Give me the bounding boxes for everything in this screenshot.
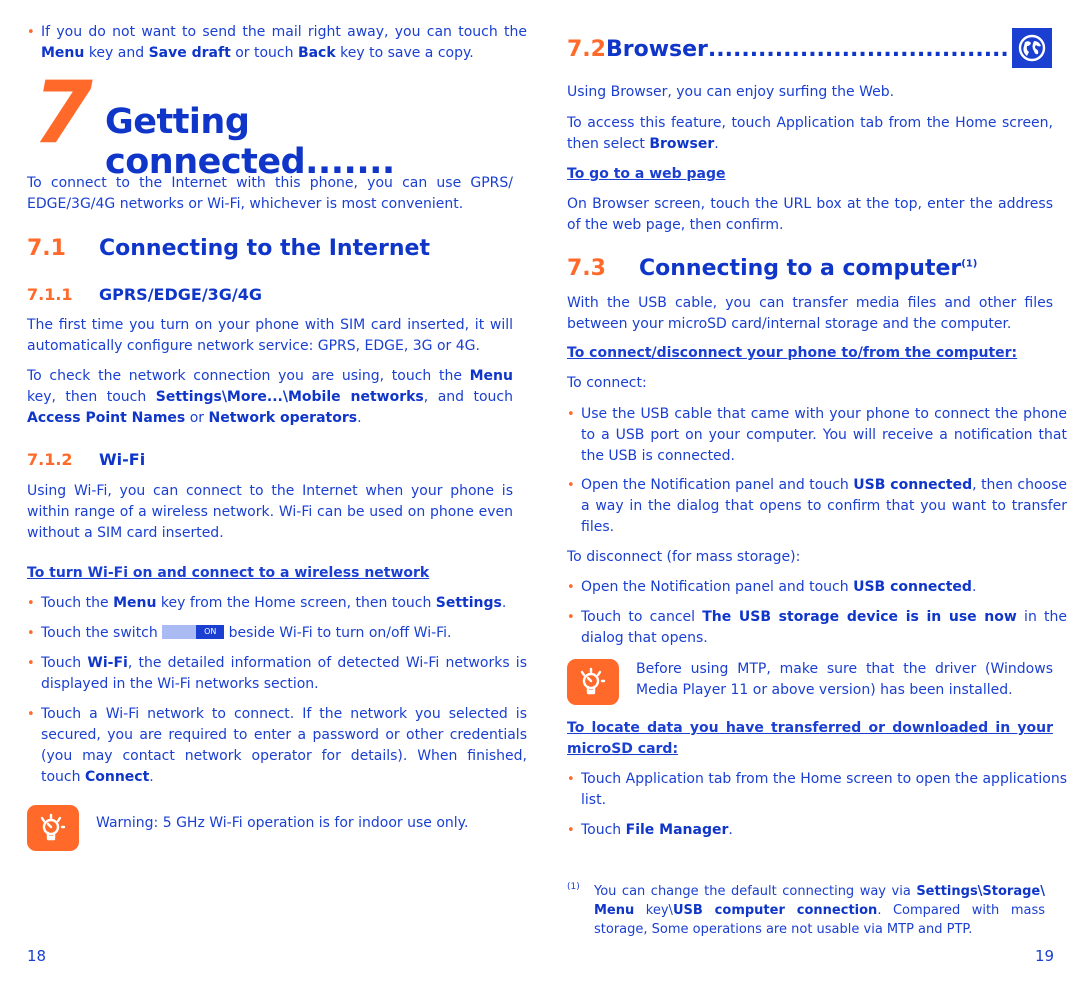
disconnect-bullet: • Touch to cancel The USB storage device… — [567, 609, 1068, 646]
wifi-procedure-heading: To turn Wi-Fi on and connect to a wirele… — [27, 565, 430, 581]
computer-procedure-heading: To connect/disconnect your phone to/from… — [567, 345, 1018, 361]
lightbulb-tip-icon — [27, 805, 79, 851]
section-7-1-1-heading: 7.1.1 GPRS/EDGE/3G/4G — [27, 285, 263, 304]
section-7-3-heading: 7.3 Connecting to a computer(1) — [567, 256, 978, 281]
mtp-tip: Before using MTP, make sure that the dri… — [567, 659, 1053, 705]
globe-icon — [1012, 28, 1052, 68]
chapter-number: 7 — [33, 63, 93, 163]
bullet-icon: • — [27, 656, 35, 671]
warning-text: Warning: 5 GHz Wi-Fi operation is for in… — [96, 815, 469, 831]
warning-tip: Warning: 5 GHz Wi-Fi operation is for in… — [27, 805, 513, 851]
bullet-icon: • — [567, 823, 575, 838]
wifi-bullet: • Touch the Menu key from the Home scree… — [27, 593, 527, 614]
bullet-icon: • — [27, 25, 35, 40]
wifi-bullet: • Touch a Wi-Fi network to connect. If t… — [27, 706, 527, 785]
lightbulb-tip-icon — [567, 659, 619, 705]
locate-bullet: • Touch File Manager. — [567, 820, 1067, 841]
footnote-mark: (1) — [567, 882, 580, 892]
disconnect-bullet: • Open the Notification panel and touch … — [567, 577, 1067, 598]
footnote-reference: (1) — [961, 258, 978, 270]
bullet-icon: • — [567, 407, 575, 422]
chapter-heading: 7 Getting connected....... — [27, 68, 517, 182]
bullet-icon: • — [27, 596, 35, 611]
wifi-paragraph: Using Wi-Fi, you can connect to the Inte… — [27, 483, 513, 541]
gprs-paragraph-2: To check the network connection you are … — [27, 368, 513, 426]
bullet-icon: • — [27, 626, 35, 641]
gprs-paragraph-1: The first time you turn on your phone wi… — [27, 317, 513, 354]
browser-paragraph-2: To access this feature, touch Applicatio… — [567, 115, 1053, 152]
wifi-bullet: • Touch Wi-Fi, the detailed information … — [27, 655, 527, 692]
intro-bullet: • If you do not want to send the mail ri… — [27, 24, 527, 61]
wifi-toggle-switch-icon: ON — [162, 625, 225, 639]
chapter-intro: To connect to the Internet with this pho… — [27, 175, 513, 212]
mtp-tip-text: Before using MTP, make sure that the dri… — [636, 661, 1053, 698]
to-disconnect-label: To disconnect (for mass storage): — [567, 549, 801, 565]
bullet-icon: • — [567, 580, 575, 595]
wifi-bullet: • Touch the switch ON beside Wi-Fi to tu… — [27, 623, 527, 644]
locate-bullet: • Touch Application tab from the Home sc… — [567, 771, 1067, 808]
bullet-icon: • — [27, 707, 35, 722]
browser-procedure-heading: To go to a web page — [567, 166, 726, 182]
computer-paragraph: With the USB cable, you can transfer med… — [567, 295, 1053, 332]
bullet-icon: • — [567, 478, 575, 493]
section-7-1-heading: 7.1 Connecting to the Internet — [27, 236, 430, 261]
footnote: (1) You can change the default connectin… — [567, 882, 1045, 939]
section-7-1-2-heading: 7.1.2 Wi-Fi — [27, 450, 146, 469]
browser-paragraph-3: On Browser screen, touch the URL box at … — [567, 196, 1053, 233]
locate-procedure-heading: To locate data you have transferred or d… — [567, 720, 1053, 757]
connect-bullet: • Use the USB cable that came with your … — [567, 406, 1067, 464]
chapter-title: Getting connected....... — [105, 102, 395, 182]
bullet-icon: • — [567, 610, 575, 625]
page-number-left: 18 — [27, 947, 47, 965]
connect-bullet: • Open the Notification panel and touch … — [567, 477, 1068, 535]
page-number-right: 19 — [1035, 947, 1055, 965]
section-7-2-heading: 7.2 Browser.............................… — [567, 37, 1007, 62]
bullet-icon: • — [567, 772, 575, 787]
to-connect-label: To connect: — [567, 375, 647, 391]
footnote-text: You can change the default connecting wa… — [594, 884, 1045, 937]
browser-paragraph-1: Using Browser, you can enjoy surfing the… — [567, 84, 895, 100]
